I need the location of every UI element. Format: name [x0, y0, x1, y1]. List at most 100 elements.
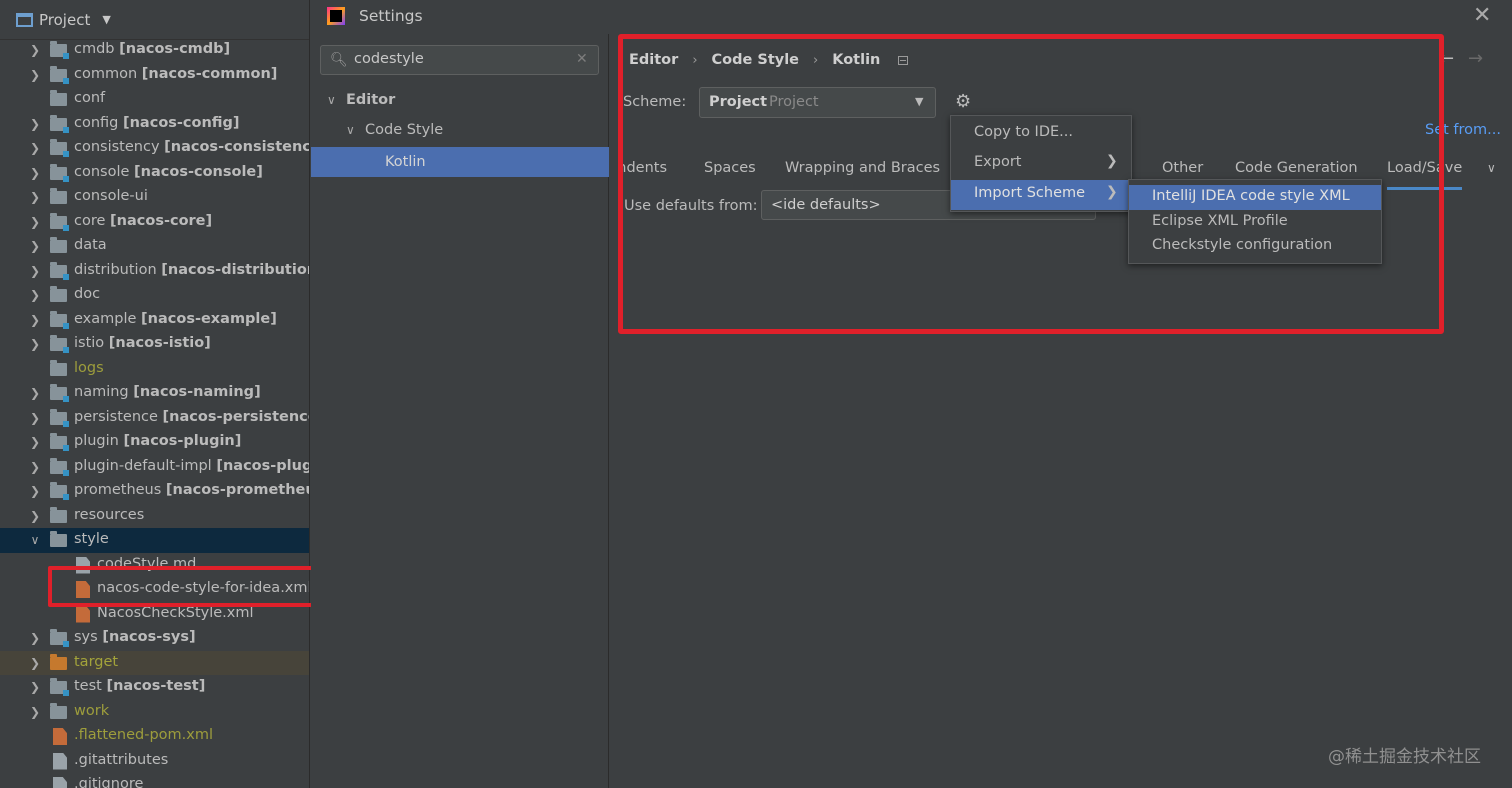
- chevron-right-icon[interactable]: ❯: [28, 435, 42, 449]
- module-folder-icon: [50, 433, 69, 451]
- tree-row-label: data: [74, 237, 107, 253]
- chevron-right-icon[interactable]: ❯: [28, 411, 42, 425]
- search-icon: 🔍︎: [330, 52, 348, 68]
- chevron-right-icon[interactable]: ❯: [28, 215, 42, 229]
- tree-row-logs[interactable]: logs: [0, 357, 309, 382]
- chevron-down-icon[interactable]: ∨: [327, 93, 336, 107]
- tree-row-gitattributes[interactable]: .gitattributes: [0, 749, 309, 774]
- tree-row-label: config: [74, 114, 119, 131]
- tree-row-label: .gitattributes: [74, 751, 169, 768]
- chevron-down-icon[interactable]: ∨: [346, 123, 355, 137]
- folder-icon: [50, 531, 67, 547]
- module-folder-icon: [50, 310, 69, 329]
- tree-row-style[interactable]: ∨ style: [0, 528, 309, 553]
- chevron-right-icon[interactable]: ❯: [28, 484, 42, 498]
- nav-item-code-style[interactable]: ∨ Code Style: [311, 115, 609, 145]
- forward-arrow-icon[interactable]: →: [1468, 48, 1483, 69]
- chevron-right-icon[interactable]: ❯: [28, 141, 42, 155]
- module-folder-icon: [50, 212, 69, 231]
- tree-row-label: distribution: [74, 261, 157, 278]
- chevron-right-icon[interactable]: ❯: [28, 68, 42, 82]
- tree-row-common[interactable]: ❯ common [nacos-common]: [0, 63, 309, 88]
- tree-row-gitignore[interactable]: .gitignore: [0, 773, 309, 788]
- tree-row-data[interactable]: ❯ data: [0, 234, 309, 259]
- tree-row-target[interactable]: ❯ target: [0, 650, 309, 675]
- tree-row-console-ui[interactable]: ❯ console-ui: [0, 185, 309, 210]
- chevron-down-icon[interactable]: ∨: [1487, 161, 1496, 175]
- tree-row-conf[interactable]: conf: [0, 87, 309, 112]
- tree-row-cmdb[interactable]: ❯ cmdb [nacos-cmdb]: [0, 38, 309, 63]
- xml-file-icon: [53, 728, 67, 745]
- chevron-right-icon[interactable]: ❯: [28, 264, 42, 278]
- chevron-right-icon[interactable]: ❯: [28, 386, 42, 400]
- module-folder-icon: [50, 163, 69, 182]
- tree-row-core[interactable]: ❯ core [nacos-core]: [0, 210, 309, 235]
- highlight-box-file: [48, 566, 324, 607]
- tree-row-sys[interactable]: ❯ sys [nacos-sys]: [0, 626, 309, 651]
- module-folder-icon: [50, 457, 69, 476]
- chevron-right-icon[interactable]: ❯: [28, 239, 42, 253]
- search-input[interactable]: [354, 51, 564, 67]
- chevron-right-icon[interactable]: ❯: [28, 288, 42, 302]
- chevron-right-icon[interactable]: ❯: [28, 631, 42, 645]
- tree-row-resources[interactable]: ❯ resources: [0, 504, 309, 529]
- tree-row-label: core: [74, 212, 106, 229]
- chevron-right-icon[interactable]: ❯: [28, 313, 42, 327]
- tree-row-persistence[interactable]: ❯ persistence [nacos-persistence]: [0, 406, 309, 431]
- chevron-right-icon[interactable]: ❯: [28, 117, 42, 131]
- excluded-folder-icon: [50, 653, 67, 670]
- tree-row-label: doc: [74, 286, 101, 302]
- module-folder-icon: [50, 408, 69, 427]
- chevron-down-icon[interactable]: ▼: [102, 13, 110, 26]
- nav-item-editor[interactable]: ∨ Editor: [311, 85, 609, 115]
- module-folder-icon: [50, 65, 69, 84]
- tree-row-istio[interactable]: ❯ istio [nacos-istio]: [0, 332, 309, 357]
- tree-row-config[interactable]: ❯ config [nacos-config]: [0, 112, 309, 137]
- chevron-right-icon[interactable]: ❯: [28, 680, 42, 694]
- folder-icon: [50, 286, 67, 302]
- file-icon: [53, 777, 67, 788]
- tree-row-prometheus[interactable]: ❯ prometheus [nacos-prometheus: [0, 479, 309, 504]
- tree-row-label: .flattened-pom.xml: [74, 727, 214, 743]
- nav-item-label: Code Style: [365, 122, 444, 138]
- tree-row-label: sys: [74, 629, 98, 645]
- tree-row-work[interactable]: ❯ work: [0, 700, 309, 725]
- tree-row-plugin-default-impl[interactable]: ❯ plugin-default-impl [nacos-plugi: [0, 455, 309, 480]
- tree-row-example[interactable]: ❯ example [nacos-example]: [0, 308, 309, 333]
- chevron-right-icon[interactable]: ❯: [28, 166, 42, 180]
- chevron-right-icon[interactable]: ❯: [28, 460, 42, 474]
- chevron-right-icon[interactable]: ❯: [28, 656, 42, 670]
- module-folder-icon: [50, 114, 69, 133]
- tree-row-doc[interactable]: ❯ doc: [0, 283, 309, 308]
- settings-search-field[interactable]: 🔍︎ ✕: [320, 45, 599, 75]
- close-icon[interactable]: ✕: [1473, 3, 1491, 28]
- settings-titlebar: Settings ✕: [311, 0, 1512, 34]
- chevron-right-icon[interactable]: ❯: [28, 509, 42, 523]
- project-header[interactable]: Project ▼: [0, 0, 309, 40]
- chevron-right-icon[interactable]: ❯: [28, 705, 42, 719]
- nav-item-kotlin[interactable]: Kotlin: [311, 147, 609, 177]
- tree-row-console[interactable]: ❯ console [nacos-console]: [0, 161, 309, 186]
- tree-row-plugin[interactable]: ❯ plugin [nacos-plugin]: [0, 430, 309, 455]
- module-name: [nacos-plugin]: [123, 433, 242, 449]
- chevron-right-icon[interactable]: ❯: [28, 43, 42, 57]
- module-folder-icon: [50, 629, 69, 647]
- chevron-right-icon[interactable]: ❯: [28, 190, 42, 204]
- tree-row-consistency[interactable]: ❯ consistency [nacos-consistency]: [0, 136, 309, 161]
- folder-icon: [50, 702, 67, 719]
- clear-icon[interactable]: ✕: [576, 51, 588, 67]
- module-folder-icon: [50, 482, 69, 500]
- tree-row-label: example: [74, 310, 137, 327]
- module-name: [nacos-common]: [141, 65, 278, 82]
- file-icon: [53, 752, 67, 770]
- chevron-down-icon[interactable]: ∨: [28, 533, 42, 547]
- tree-row-flattened-pom[interactable]: .flattened-pom.xml: [0, 724, 309, 749]
- folder-icon: [50, 90, 67, 106]
- tree-row-distribution[interactable]: ❯ distribution [nacos-distribution]: [0, 259, 309, 284]
- module-name: [nacos-config]: [122, 114, 240, 131]
- tree-row-test[interactable]: ❯ test [nacos-test]: [0, 675, 309, 700]
- tree-row-label: test: [74, 678, 102, 694]
- tree-row-label: naming: [74, 384, 129, 400]
- tree-row-naming[interactable]: ❯ naming [nacos-naming]: [0, 381, 309, 406]
- chevron-right-icon[interactable]: ❯: [28, 337, 42, 351]
